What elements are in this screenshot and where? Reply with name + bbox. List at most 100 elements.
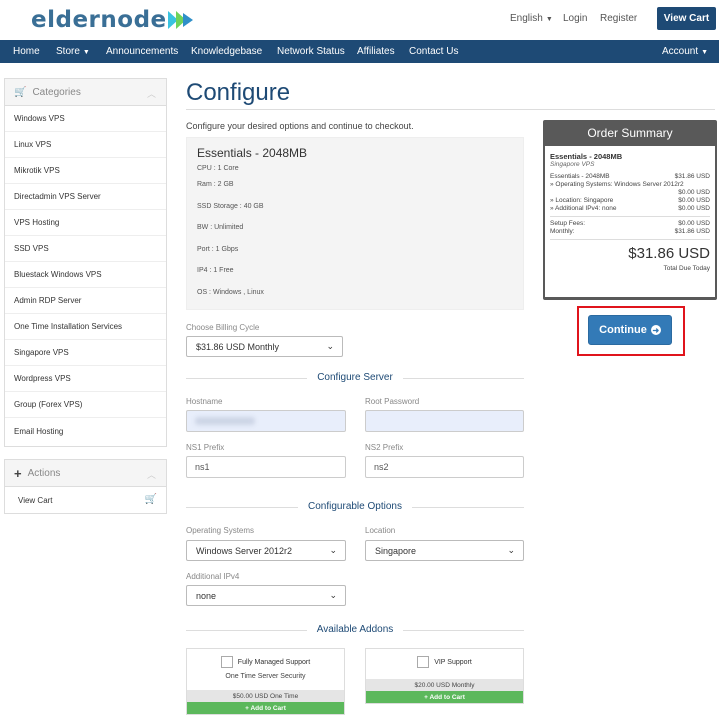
logo-arrow-icon — [167, 11, 193, 29]
category-item[interactable]: Linux VPS — [5, 132, 166, 158]
nav-store[interactable]: Store ▼ — [56, 46, 90, 57]
product-spec: CPU : 1 Core — [197, 164, 239, 172]
monthly-value: $31.86 USD — [674, 228, 710, 235]
category-item[interactable]: Windows VPS — [5, 106, 166, 132]
billing-cycle-value: $31.86 USD Monthly — [196, 341, 280, 352]
category-item[interactable]: Group (Forex VPS) — [5, 392, 166, 418]
addon-checkbox[interactable] — [417, 656, 430, 668]
actions-header[interactable]: + Actions ︿ — [5, 460, 166, 487]
continue-label: Continue — [599, 324, 647, 336]
configure-server-heading: Configure Server — [186, 372, 524, 386]
nav-affiliates[interactable]: Affiliates — [357, 46, 395, 57]
addon-name: Fully Managed Support — [237, 658, 311, 666]
summary-line: » Location: Singapore $0.00 USD — [550, 197, 710, 205]
category-item[interactable]: One Time Installation Services — [5, 314, 166, 340]
product-name: Essentials - 2048MB — [197, 146, 308, 160]
summary-line-label: » Location: Singapore — [550, 197, 614, 204]
category-item[interactable]: Bluestack Windows VPS — [5, 262, 166, 288]
main-nav: Home Store ▼ Announcements Knowledgebase … — [0, 40, 719, 63]
os-select[interactable]: Windows Server 2012r2 ⌄ — [186, 540, 346, 561]
plus-icon: + — [14, 465, 22, 481]
ipv4-value: none — [196, 590, 217, 601]
nav-home[interactable]: Home — [13, 46, 40, 57]
hostname-input[interactable] — [186, 410, 346, 432]
summary-line: » Operating Systems: Windows Server 2012… — [550, 181, 710, 189]
redacted-value — [195, 417, 255, 425]
nav-announcements[interactable]: Announcements — [106, 46, 178, 57]
add-to-cart-button[interactable]: + Add to Cart — [187, 702, 344, 714]
available-addons-heading: Available Addons — [186, 624, 524, 638]
summary-line-value: $0.00 USD — [678, 189, 710, 196]
billing-cycle-select[interactable]: $31.86 USD Monthly ⌄ — [186, 336, 343, 357]
actions-panel: + Actions ︿ View Cart 🛒 — [4, 459, 167, 514]
product-spec: SSD Storage : 40 GB — [197, 202, 264, 210]
location-value: Singapore — [375, 545, 417, 556]
eldernode-logo[interactable]: eldernode — [31, 6, 194, 34]
actions-title: Actions — [27, 467, 61, 479]
summary-line-value: $0.00 USD — [678, 205, 710, 212]
category-item[interactable]: Email Hosting — [5, 418, 166, 444]
view-cart-button[interactable]: View Cart — [657, 7, 716, 30]
categories-header[interactable]: 🛒 Categories ︿ — [5, 79, 166, 106]
total-due-label: Total Due Today — [663, 265, 711, 272]
setup-fees-row: Setup Fees: $0.00 USD — [550, 220, 710, 228]
shopping-cart-icon: 🛒 — [14, 86, 27, 98]
category-item[interactable]: Wordpress VPS — [5, 366, 166, 392]
addon-title-row: Fully Managed Support — [220, 656, 311, 668]
caret-down-icon: ▼ — [545, 16, 553, 23]
chevron-up-icon[interactable]: ︿ — [147, 468, 156, 481]
categories-panel: 🛒 Categories ︿ Windows VPS Linux VPS Mik… — [4, 78, 167, 447]
location-select[interactable]: Singapore ⌄ — [365, 540, 524, 561]
product-spec: OS : Windows , Linux — [197, 288, 264, 296]
chevron-down-icon: ⌄ — [326, 341, 334, 351]
view-cart-action[interactable]: View Cart 🛒 — [5, 487, 166, 513]
order-summary: Order Summary Essentials - 2048MB Singap… — [543, 120, 717, 300]
ns1-input[interactable]: ns1 — [186, 456, 346, 478]
configure-server-title-wrap: Configure Server — [186, 372, 524, 383]
monthly-label: Monthly: — [550, 228, 575, 235]
chevron-up-icon[interactable]: ︿ — [147, 87, 156, 100]
summary-line-label: Essentials - 2048MB — [550, 173, 610, 180]
addon-checkbox[interactable] — [220, 656, 233, 668]
continue-button[interactable]: Continue ➜ — [588, 315, 672, 345]
root-password-input[interactable] — [365, 410, 524, 432]
summary-line: » Additional IPv4: none $0.00 USD — [550, 205, 710, 213]
addon-top: Fully Managed Support One Time Server Se… — [187, 649, 344, 690]
billing-cycle-label: Choose Billing Cycle — [186, 323, 260, 332]
category-item[interactable]: Admin RDP Server — [5, 288, 166, 314]
product-spec: Ram : 2 GB — [197, 181, 234, 189]
configurable-options-title: Configurable Options — [298, 501, 412, 512]
logo-text: eldernode — [31, 7, 167, 33]
category-item[interactable]: VPS Hosting — [5, 210, 166, 236]
configurable-options-heading: Configurable Options — [186, 501, 524, 515]
nav-account[interactable]: Account ▼ — [662, 46, 708, 57]
ns2-input[interactable]: ns2 — [365, 456, 524, 478]
nav-knowledgebase[interactable]: Knowledgebase — [191, 46, 262, 57]
category-item[interactable]: Singapore VPS — [5, 340, 166, 366]
product-spec: Port : 1 Gbps — [197, 245, 239, 253]
nav-account-label: Account — [662, 46, 699, 57]
add-to-cart-button[interactable]: + Add to Cart — [366, 691, 523, 703]
order-summary-body: Essentials - 2048MB Singapore VPS Essent… — [545, 146, 715, 297]
page-title: Configure — [186, 79, 291, 106]
summary-product-group: Singapore VPS — [550, 161, 595, 168]
category-item[interactable]: SSD VPS — [5, 236, 166, 262]
ipv4-select[interactable]: none ⌄ — [186, 585, 346, 606]
login-link[interactable]: Login — [563, 13, 587, 24]
summary-line-label: » Additional IPv4: none — [550, 205, 617, 212]
setup-fees-value: $0.00 USD — [678, 220, 710, 227]
view-cart-action-label: View Cart — [18, 495, 53, 505]
setup-fees-label: Setup Fees: — [550, 220, 586, 227]
nav-contact-us[interactable]: Contact Us — [409, 46, 458, 57]
location-label: Location — [365, 526, 396, 535]
os-value: Windows Server 2012r2 — [196, 545, 293, 556]
summary-product-name: Essentials - 2048MB — [550, 152, 623, 161]
category-item[interactable]: Mikrotik VPS — [5, 158, 166, 184]
register-link[interactable]: Register — [600, 13, 637, 24]
language-selector[interactable]: English ▼ — [510, 13, 553, 24]
addon-title-row: VIP Support — [417, 656, 472, 668]
intro-text: Configure your desired options and conti… — [186, 121, 414, 131]
product-spec: BW : Unlimited — [197, 224, 244, 232]
category-item[interactable]: Directadmin VPS Server — [5, 184, 166, 210]
nav-network-status[interactable]: Network Status — [277, 46, 345, 57]
